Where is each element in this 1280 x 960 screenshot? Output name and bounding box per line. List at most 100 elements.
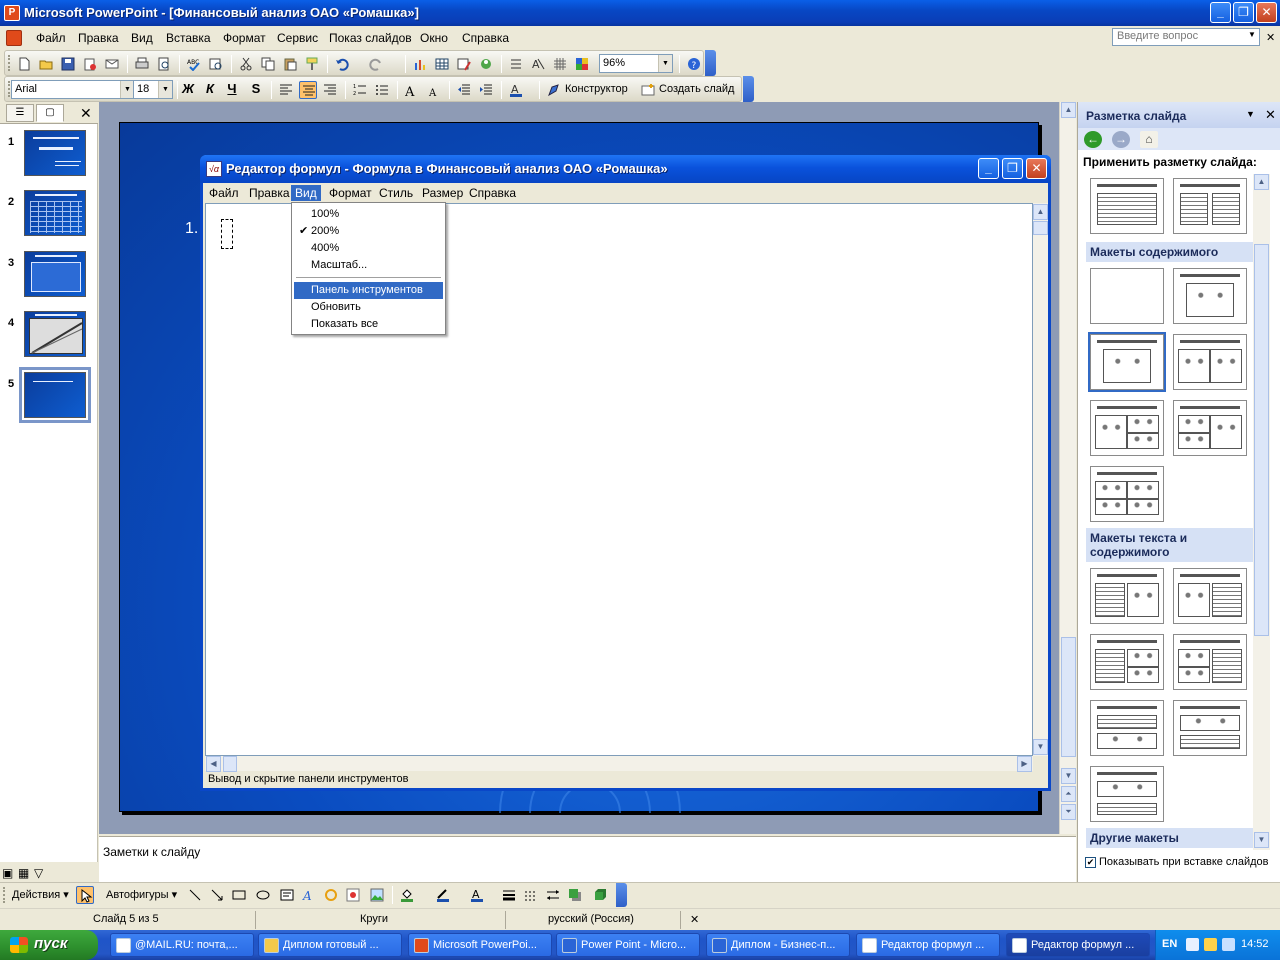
task-equation-1[interactable]: Редактор формул ... (856, 933, 1000, 957)
italic-button[interactable]: К (201, 81, 219, 96)
menu-view[interactable]: Вид (131, 31, 153, 45)
oval-icon[interactable] (254, 886, 272, 904)
scroll-thumb[interactable] (1254, 244, 1269, 636)
clock[interactable]: 14:52 (1241, 938, 1269, 950)
show-grid-icon[interactable] (551, 55, 569, 73)
insert-table-icon[interactable] (433, 55, 451, 73)
insert-chart-icon[interactable] (411, 55, 429, 73)
select-pointer-icon[interactable] (76, 886, 94, 904)
slide-thumbnail-2[interactable] (24, 190, 86, 236)
font-color-draw-icon[interactable]: A (468, 886, 486, 904)
slides-tab[interactable]: ▢ (36, 104, 64, 122)
underline-button[interactable]: Ч (223, 81, 241, 96)
layout-content[interactable] (1173, 268, 1247, 324)
forward-icon[interactable]: → (1112, 131, 1130, 148)
task-word-1[interactable]: Power Point - Micro... (556, 933, 700, 957)
layout-title-content[interactable] (1088, 332, 1166, 392)
layout-content-over-text[interactable] (1173, 700, 1247, 756)
fe-menu-file[interactable]: Файл (205, 185, 243, 201)
menu-toolbar[interactable]: Панель инструментов (294, 282, 443, 299)
decrease-indent-icon[interactable] (455, 81, 473, 99)
tray-arrow-icon[interactable] (1186, 938, 1199, 951)
save-icon[interactable] (59, 55, 77, 73)
diagram-icon[interactable] (322, 886, 340, 904)
copy-icon[interactable] (259, 55, 277, 73)
home-icon[interactable]: ⌂ (1140, 131, 1158, 148)
expand-all-icon[interactable] (507, 55, 525, 73)
menu-zoom-100[interactable]: 100% (294, 206, 443, 223)
task-pane-close-icon[interactable]: ✕ (1265, 107, 1276, 123)
3d-style-icon[interactable] (590, 886, 608, 904)
toolbar-options-button[interactable] (743, 76, 754, 102)
fe-minimize-button[interactable]: _ (978, 158, 999, 179)
scroll-down-icon[interactable]: ▼ (1254, 832, 1269, 848)
wordart-icon[interactable]: A (300, 886, 318, 904)
color-grayscale-icon[interactable] (573, 55, 591, 73)
main-title-bar[interactable]: P Microsoft PowerPoint - [Финансовый ана… (0, 0, 1280, 26)
scroll-thumb[interactable] (1061, 637, 1076, 757)
research-icon[interactable] (207, 55, 225, 73)
line-style-icon[interactable] (500, 886, 518, 904)
layout-title-four-content[interactable] (1090, 466, 1164, 522)
autoshapes-menu[interactable]: Автофигуры ▾ (106, 888, 177, 901)
fill-color-icon[interactable] (398, 886, 416, 904)
scroll-up-icon[interactable]: ▲ (1033, 204, 1048, 220)
layout-content-text[interactable] (1173, 568, 1247, 624)
pane-close-icon[interactable]: ✕ (80, 105, 92, 122)
scroll-thumb[interactable] (223, 756, 237, 772)
slide-thumbnail-5[interactable] (19, 367, 91, 423)
bullets-icon[interactable] (373, 81, 391, 99)
document-icon[interactable] (6, 30, 22, 46)
scroll-down-icon[interactable]: ▼ (1061, 768, 1076, 784)
menu-file[interactable]: Файл (36, 31, 66, 45)
actions-menu[interactable]: Действия ▾ (12, 888, 69, 901)
slide-vertical-scrollbar[interactable]: ▲ ▼ ⏶ ⏷ (1059, 102, 1076, 834)
slide-thumbnail-4[interactable] (24, 311, 86, 357)
decrease-font-icon[interactable]: A (425, 81, 443, 99)
font-dropdown-icon[interactable]: ▼ (120, 81, 134, 98)
toolbar-options-button[interactable] (616, 883, 627, 907)
format-painter-icon[interactable] (303, 55, 321, 73)
menu-window[interactable]: Окно (420, 31, 448, 45)
menu-tools[interactable]: Сервис (277, 31, 318, 45)
redo-icon[interactable] (367, 55, 385, 73)
layout-blank[interactable] (1090, 268, 1164, 324)
task-equation-2[interactable]: Редактор формул ... (1006, 933, 1150, 957)
layout-title-text[interactable] (1090, 178, 1164, 234)
task-mail[interactable]: @MAIL.RU: почта,... (110, 933, 254, 957)
align-left-icon[interactable] (277, 81, 295, 99)
menu-insert[interactable]: Вставка (166, 31, 211, 45)
fe-menu-help[interactable]: Справка (465, 185, 520, 201)
fe-menu-format[interactable]: Формат (325, 185, 376, 201)
fe-maximize-button[interactable]: ❐ (1002, 158, 1023, 179)
fe-menu-style[interactable]: Стиль (375, 185, 417, 201)
layout-title-two-columns[interactable] (1173, 178, 1247, 234)
textbox-icon[interactable] (278, 886, 296, 904)
insert-clipart-icon[interactable] (477, 55, 495, 73)
fe-vertical-scrollbar[interactable]: ▲ ▼ (1033, 203, 1048, 756)
toolbar-grip[interactable] (8, 55, 11, 71)
task-powerpoint[interactable]: Microsoft PowerPoi... (408, 933, 552, 957)
task-word-2[interactable]: Диплом - Бизнес-п... (706, 933, 850, 957)
dash-style-icon[interactable] (522, 886, 540, 904)
shadow-button[interactable]: S (247, 81, 265, 96)
font-name-combo[interactable]: Arial ▼ (11, 80, 135, 99)
undo-icon[interactable] (333, 55, 351, 73)
toolbar-grip[interactable] (3, 887, 6, 903)
slideshow-icon[interactable]: ▽ (34, 866, 43, 880)
outline-tab[interactable]: ☰ (6, 104, 34, 122)
layout-two-content-text[interactable] (1173, 634, 1247, 690)
notes-pane[interactable]: Заметки к слайду (99, 836, 1076, 882)
scroll-down-icon[interactable]: ▼ (1033, 739, 1048, 755)
line-color-icon[interactable] (434, 886, 452, 904)
fe-close-button[interactable]: ✕ (1026, 158, 1047, 179)
layout-title-two-content[interactable] (1173, 334, 1247, 390)
normal-view-icon[interactable]: ▣ (2, 866, 13, 880)
layout-text-over-content-2[interactable] (1090, 766, 1164, 822)
increase-indent-icon[interactable] (477, 81, 495, 99)
paste-icon[interactable] (281, 55, 299, 73)
tray-app-icon[interactable] (1204, 938, 1217, 951)
checkbox-checked-icon[interactable]: ✔ (1085, 856, 1096, 868)
spelling-icon[interactable]: ABC (185, 55, 203, 73)
slide-sorter-icon[interactable]: ▦ (18, 866, 29, 880)
